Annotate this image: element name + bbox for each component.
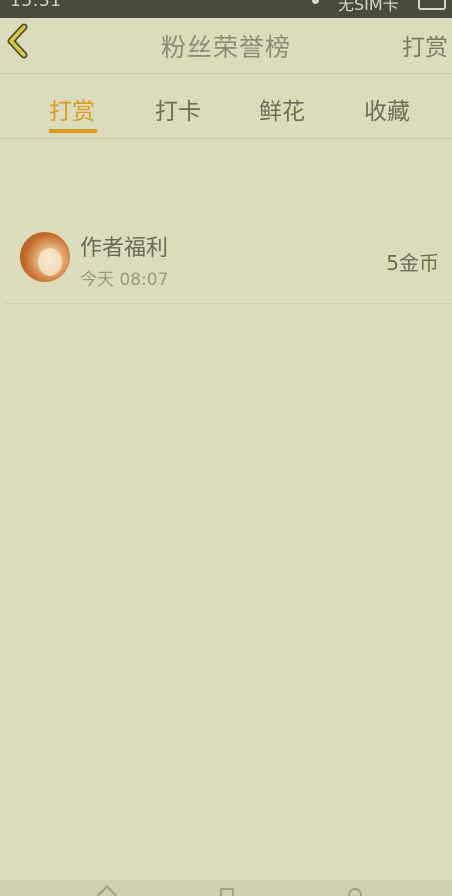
reward-button[interactable]: 打赏 xyxy=(402,28,448,62)
screen: 15:31 无SIM卡 粉丝荣誉榜 打赏 打赏 打卡 鲜花 收藏 作者福利 今天… xyxy=(0,0,452,896)
item-amount: 5金币 xyxy=(386,251,439,275)
list-item[interactable]: 作者福利 今天 08:07 5金币 xyxy=(4,212,452,304)
status-bar: 15:31 无SIM卡 xyxy=(0,0,452,18)
nav-back-icon[interactable] xyxy=(97,885,117,896)
tab-reward[interactable]: 打赏 xyxy=(49,92,95,126)
item-time: 今天 08:07 xyxy=(80,270,169,290)
nav-home-icon[interactable] xyxy=(220,888,234,896)
page-title: 粉丝荣誉榜 xyxy=(160,33,291,62)
header: 粉丝荣誉榜 打赏 xyxy=(0,18,452,74)
tab-flowers[interactable]: 鲜花 xyxy=(259,92,305,126)
item-name: 作者福利 xyxy=(80,236,169,261)
tab-indicator xyxy=(49,129,97,133)
tab-checkin[interactable]: 打卡 xyxy=(155,92,201,126)
signal-dot-icon xyxy=(312,0,319,4)
tab-favorites[interactable]: 收藏 xyxy=(364,92,410,126)
system-nav-bar xyxy=(0,880,452,896)
avatar xyxy=(20,232,70,282)
status-time: 15:31 xyxy=(10,0,62,11)
nav-recent-icon[interactable] xyxy=(348,888,362,896)
battery-icon xyxy=(418,0,446,10)
sim-status: 无SIM卡 xyxy=(338,0,399,14)
